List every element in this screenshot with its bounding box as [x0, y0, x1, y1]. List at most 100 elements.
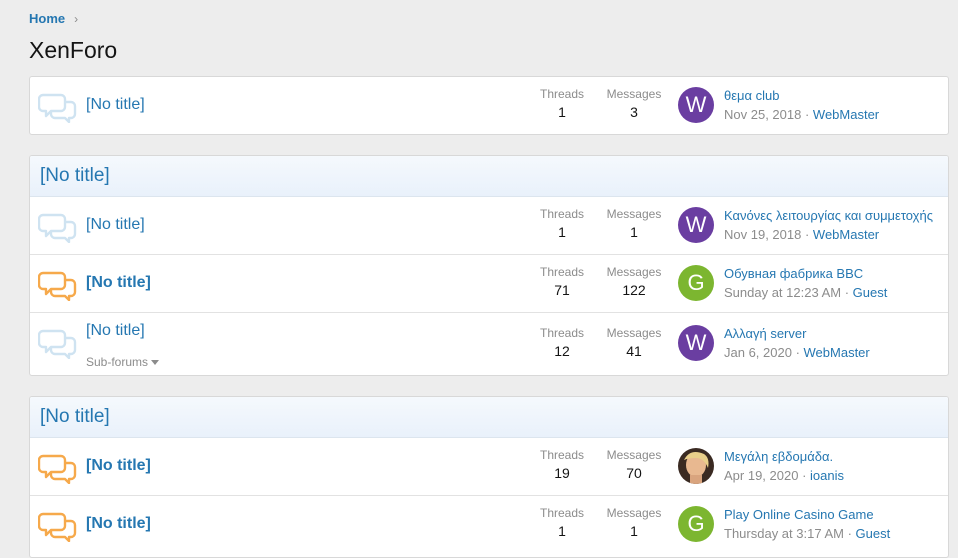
latest-post: Обувная фабрика BBC Sunday at 12:23 AM · … — [724, 266, 940, 300]
messages-stat: Messages 1 — [599, 207, 669, 240]
messages-stat: Messages 70 — [599, 448, 669, 481]
forum-read-icon — [37, 211, 78, 244]
messages-label: Messages — [606, 448, 662, 462]
threads-count: 1 — [558, 104, 566, 120]
avatar-letter: G — [687, 270, 705, 295]
forum-category-block-2: [No title] [No title] Threads 1 Messages 1 W Κ… — [29, 155, 949, 376]
latest-thread-link[interactable]: Обувная фабрика BBC — [724, 266, 940, 281]
latest-post: Play Online Casino Game Thursday at 3:17 … — [724, 507, 940, 541]
latest-thread-link[interactable]: θεμα club — [724, 88, 940, 103]
messages-count: 41 — [626, 343, 642, 359]
forum-category-block-1: [No title] Threads 1 Messages 3 Wθεμα club Nov… — [29, 76, 949, 135]
latest-meta: Sunday at 12:23 AM · Guest — [724, 285, 888, 300]
threads-stat: Threads 71 — [527, 265, 597, 298]
forum-title-link[interactable]: [No title] — [86, 96, 145, 114]
forum-unread-icon — [37, 269, 78, 302]
threads-count: 71 — [554, 282, 570, 298]
latest-date[interactable]: Nov 19, 2018 — [724, 227, 801, 242]
latest-thread-link[interactable]: Αλλαγή server — [724, 326, 940, 341]
threads-stat: Threads 1 — [527, 207, 597, 240]
latest-user-link[interactable]: Guest — [856, 526, 891, 541]
latest-post: θεμα club Nov 25, 2018 · WebMaster — [724, 88, 940, 122]
forum-title-link[interactable]: [No title] — [86, 322, 145, 340]
forum-title-link[interactable]: [No title] — [86, 274, 151, 292]
messages-count: 70 — [626, 465, 642, 481]
caret-down-icon — [151, 360, 160, 366]
latest-user-link[interactable]: Guest — [853, 285, 888, 300]
avatar-letter: W — [685, 212, 707, 237]
latest-user-link[interactable]: WebMaster — [804, 345, 870, 360]
threads-count: 12 — [554, 343, 570, 359]
forum-node: [No title] Threads 1 Messages 1 G Play Online … — [30, 495, 948, 553]
latest-date[interactable]: Jan 6, 2020 — [724, 345, 792, 360]
latest-meta: Thursday at 3:17 AM · Guest — [724, 526, 891, 541]
latest-user-link[interactable]: WebMaster — [813, 107, 879, 122]
latest-thread-link[interactable]: Μεγάλη εβδομάδα. — [724, 449, 940, 464]
latest-date[interactable]: Thursday at 3:17 AM — [724, 526, 844, 541]
avatar-letter: G — [687, 511, 705, 536]
chevron-right-icon: › — [74, 11, 79, 26]
breadcrumb-home-link[interactable]: Home — [29, 11, 65, 26]
avatar-letter: W — [685, 92, 707, 117]
messages-stat: Messages 122 — [599, 265, 669, 298]
breadcrumb: Home › — [29, 11, 78, 26]
subforums-label: Sub-forums — [86, 355, 149, 369]
forum-title-link[interactable]: [No title] — [86, 515, 151, 533]
forum-unread-icon — [37, 510, 78, 543]
category-header[interactable]: [No title] — [30, 156, 948, 197]
messages-stat: Messages 3 — [599, 87, 669, 120]
latest-meta: Apr 19, 2020 · ioanis — [724, 468, 844, 483]
messages-label: Messages — [606, 87, 662, 101]
messages-stat: Messages 41 — [599, 326, 669, 359]
threads-label: Threads — [539, 506, 585, 520]
threads-label: Threads — [539, 326, 585, 340]
messages-count: 1 — [630, 523, 638, 539]
messages-count: 3 — [630, 104, 638, 120]
subforums-toggle[interactable]: Sub-forums — [86, 355, 160, 369]
avatar[interactable]: W — [678, 325, 714, 361]
avatar[interactable]: G — [678, 506, 714, 542]
threads-stat: Threads 1 — [527, 506, 597, 539]
page-title: XenForo — [29, 37, 118, 63]
latest-user-link[interactable]: WebMaster — [813, 227, 879, 242]
threads-count: 1 — [558, 523, 566, 539]
forum-node: [No title] Threads 71 Messages 122 G Обувная ф… — [30, 254, 948, 312]
forum-node: [No title] Threads 1 Messages 3 Wθεμα club Nov… — [30, 77, 948, 134]
latest-user-link[interactable]: ioanis — [810, 468, 844, 483]
forum-category-block-3: [No title] [No title] Threads 19 Messages 70… — [29, 396, 949, 558]
forum-node: [No title] Threads 1 Messages 1 W Κανόνες λειτ… — [30, 197, 948, 254]
latest-thread-link[interactable]: Κανόνες λειτουργίας και συμμετοχής — [724, 208, 940, 223]
messages-stat: Messages 1 — [599, 506, 669, 539]
avatar[interactable]: G — [678, 265, 714, 301]
messages-label: Messages — [606, 207, 662, 221]
latest-meta: Nov 25, 2018 · WebMaster — [724, 107, 880, 122]
latest-post: Μεγάλη εβδομάδα. Apr 19, 2020 · ioanis — [724, 449, 940, 483]
latest-date[interactable]: Sunday at 12:23 AM — [724, 285, 841, 300]
latest-post: Αλλαγή server Jan 6, 2020 · WebMaster — [724, 326, 940, 360]
category-header[interactable]: [No title] — [30, 397, 948, 438]
latest-post: Κανόνες λειτουργίας και συμμετοχής Nov 19… — [724, 208, 940, 242]
threads-count: 1 — [558, 224, 566, 240]
forum-title-link[interactable]: [No title] — [86, 216, 145, 234]
threads-stat: Threads 19 — [527, 448, 597, 481]
avatar[interactable]: W — [678, 87, 714, 123]
forum-title-link[interactable]: [No title] — [86, 457, 151, 475]
avatar[interactable] — [678, 448, 714, 484]
threads-label: Threads — [539, 448, 585, 462]
messages-count: 1 — [630, 224, 638, 240]
latest-thread-link[interactable]: Play Online Casino Game — [724, 507, 940, 522]
messages-label: Messages — [606, 506, 662, 520]
forum-unread-icon — [37, 452, 78, 485]
threads-stat: Threads 12 — [527, 326, 597, 359]
forum-node: [No title] Sub-forums Threads 12 Messages 41 W… — [30, 312, 948, 374]
latest-meta: Nov 19, 2018 · WebMaster — [724, 227, 880, 242]
forum-node: [No title] Threads 19 Messages 70 Μεγάλη εβδο… — [30, 438, 948, 495]
latest-date[interactable]: Apr 19, 2020 — [724, 468, 798, 483]
forum-read-icon — [37, 327, 78, 360]
avatar-letter: W — [685, 330, 707, 355]
messages-count: 122 — [622, 282, 646, 298]
forum-read-icon — [37, 91, 78, 124]
threads-stat: Threads 1 — [527, 87, 597, 120]
avatar[interactable]: W — [678, 207, 714, 243]
latest-date[interactable]: Nov 25, 2018 — [724, 107, 801, 122]
